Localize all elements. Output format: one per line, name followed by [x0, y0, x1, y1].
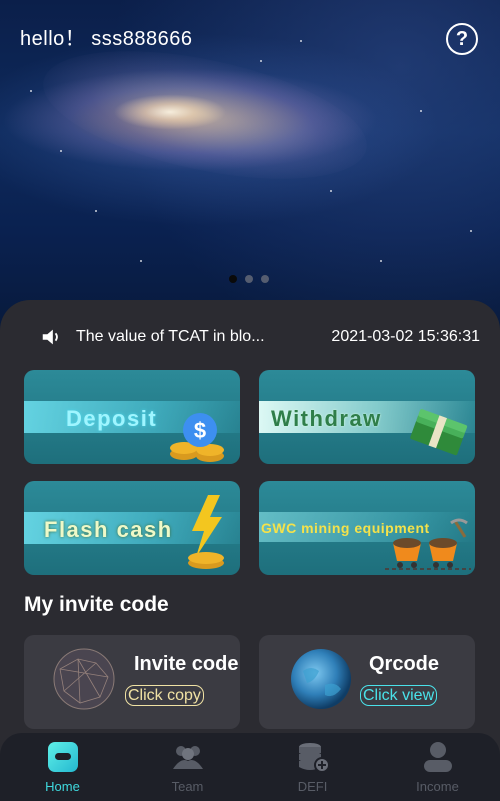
- deposit-button[interactable]: Deposit $: [24, 370, 240, 464]
- invite-code-title: Invite code: [134, 653, 239, 675]
- qrcode-title: Qrcode: [369, 653, 440, 675]
- carousel-dot[interactable]: [229, 275, 237, 283]
- tab-defi[interactable]: DEFI: [250, 733, 375, 801]
- notice-text: The value of TCAT in blo...: [76, 328, 265, 345]
- invite-section-title: My invite code: [24, 593, 169, 616]
- speaker-icon: [42, 329, 58, 345]
- earth-globe-icon: [291, 649, 351, 709]
- dollar-coin-icon: $: [170, 413, 224, 462]
- cash-stack-icon: [410, 409, 468, 456]
- click-copy-button[interactable]: Click copy: [125, 685, 204, 706]
- carousel-indicators: [229, 275, 269, 283]
- withdraw-button[interactable]: Withdraw: [259, 370, 475, 464]
- tab-team[interactable]: Team: [125, 733, 250, 801]
- tab-home[interactable]: Home: [0, 733, 125, 801]
- home-wallet-icon: [47, 742, 78, 772]
- withdraw-label: Withdraw: [271, 406, 382, 431]
- tab-team-label: Team: [171, 779, 204, 794]
- notice-bar[interactable]: The value of TCAT in blo... 2021-03-02 1…: [40, 323, 480, 351]
- tab-defi-label: DEFI: [297, 779, 328, 794]
- gwc-mining-equipment-button[interactable]: GWC mining equipment: [259, 481, 475, 575]
- network-globe-icon: [53, 648, 115, 710]
- invite-code-card[interactable]: Invite code Click copy: [24, 635, 240, 729]
- tab-income-label: Income: [416, 779, 459, 794]
- lightning-coins-icon: [188, 495, 224, 569]
- flash-cash-button[interactable]: Flash cash: [24, 481, 240, 575]
- team-icon: [172, 746, 203, 769]
- mine-cart-icon: [385, 518, 471, 570]
- svg-text:$: $: [194, 418, 206, 443]
- hero-banner[interactable]: hello！ sss888666 ?: [0, 0, 500, 330]
- tab-income[interactable]: Income: [375, 733, 500, 801]
- qrcode-card[interactable]: Qrcode Click view: [259, 635, 475, 729]
- help-button[interactable]: ?: [446, 23, 478, 55]
- click-view-button[interactable]: Click view: [360, 685, 438, 706]
- deposit-label: Deposit: [66, 406, 158, 431]
- notice-timestamp: 2021-03-02 15:36:31: [331, 328, 480, 345]
- carousel-dot[interactable]: [245, 275, 253, 283]
- question-circle-icon: ?: [455, 27, 469, 50]
- flash-cash-label: Flash cash: [44, 517, 173, 542]
- galaxy-image: [32, 26, 378, 204]
- bottom-tab-bar: Home Team DEFI Income: [0, 733, 500, 801]
- greeting-text: hello！ sss888666: [20, 28, 193, 50]
- user-icon: [423, 742, 452, 772]
- tab-home-label: Home: [45, 779, 80, 794]
- carousel-dot[interactable]: [261, 275, 269, 283]
- defi-coins-icon: [298, 743, 330, 773]
